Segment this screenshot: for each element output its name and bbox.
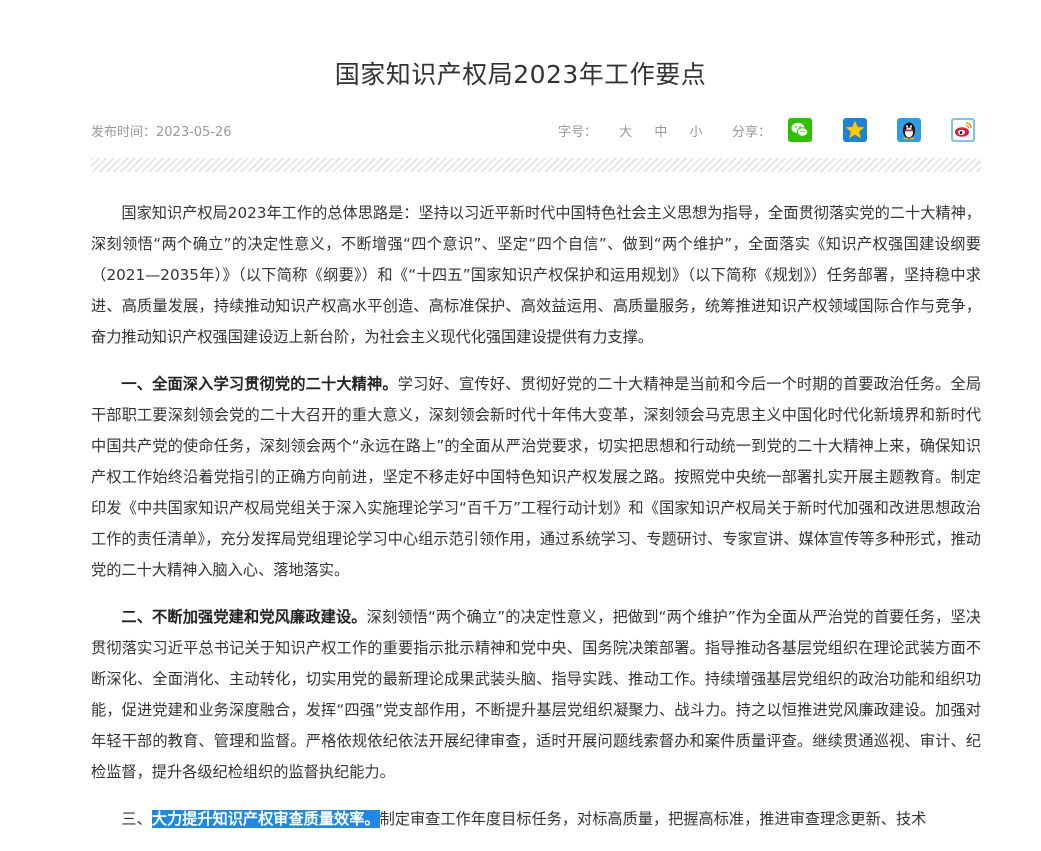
paragraph-text: 国家知识产权局2023年工作的总体思路是：坚持以习近平新时代中国特色社会主义思想…: [91, 204, 981, 346]
article-meta: 发布时间：2023-05-26 字号： 大 中 小 分享：: [91, 118, 981, 142]
publish-time: 发布时间：2023-05-26: [91, 125, 232, 140]
paragraph-section-1: 一、全面深入学习贯彻党的二十大精神。学习好、宣传好、贯彻好党的二十大精神是当前和…: [91, 369, 981, 586]
paragraph-text: 制定审查工作年度目标任务，对标高质量，把握高标准，推进审查理念更新、技术: [379, 810, 927, 828]
share-label: 分享：: [732, 125, 772, 140]
article-body: 国家知识产权局2023年工作的总体思路是：坚持以习近平新时代中国特色社会主义思想…: [91, 198, 981, 851]
font-size-small-button[interactable]: 小: [689, 121, 702, 140]
page-title: 国家知识产权局2023年工作要点: [334, 60, 707, 89]
wechat-icon[interactable]: [788, 118, 812, 142]
section-heading: 二、不断加强党建和党风廉政建设。: [121, 608, 367, 626]
paragraph-intro: 国家知识产权局2023年工作的总体思路是：坚持以习近平新时代中国特色社会主义思想…: [91, 198, 981, 353]
paragraph-section-2: 二、不断加强党建和党风廉政建设。深刻领悟“两个确立”的决定性意义，把做到“两个维…: [91, 602, 981, 788]
font-size-medium-button[interactable]: 中: [654, 121, 667, 140]
weibo-icon[interactable]: [951, 118, 975, 142]
hatched-divider: [91, 158, 981, 172]
qq-penguin-icon[interactable]: [897, 118, 921, 142]
paragraph-text: 深刻领悟“两个确立”的决定性意义，把做到“两个维护”作为全面从严治党的首要任务，…: [91, 608, 981, 781]
qzone-star-icon[interactable]: [843, 118, 867, 142]
paragraph-text: 学习好、宣传好、贯彻好党的二十大精神是当前和今后一个时期的首要政治任务。全局干部…: [91, 375, 982, 579]
font-size-label: 字号：: [558, 125, 598, 140]
font-size-controls: 字号： 大 中 小: [558, 121, 706, 140]
paragraph-section-3: 三、大力提升知识产权审查质量效率。制定审查工作年度目标任务，对标高质量，把握高标…: [91, 804, 981, 835]
section-heading: 一、全面深入学习贯彻党的二十大精神。: [121, 375, 398, 393]
section-number: 三、: [121, 810, 152, 828]
font-size-large-button[interactable]: 大: [619, 121, 632, 140]
selected-section-heading: 大力提升知识产权审查质量效率。: [151, 810, 380, 828]
